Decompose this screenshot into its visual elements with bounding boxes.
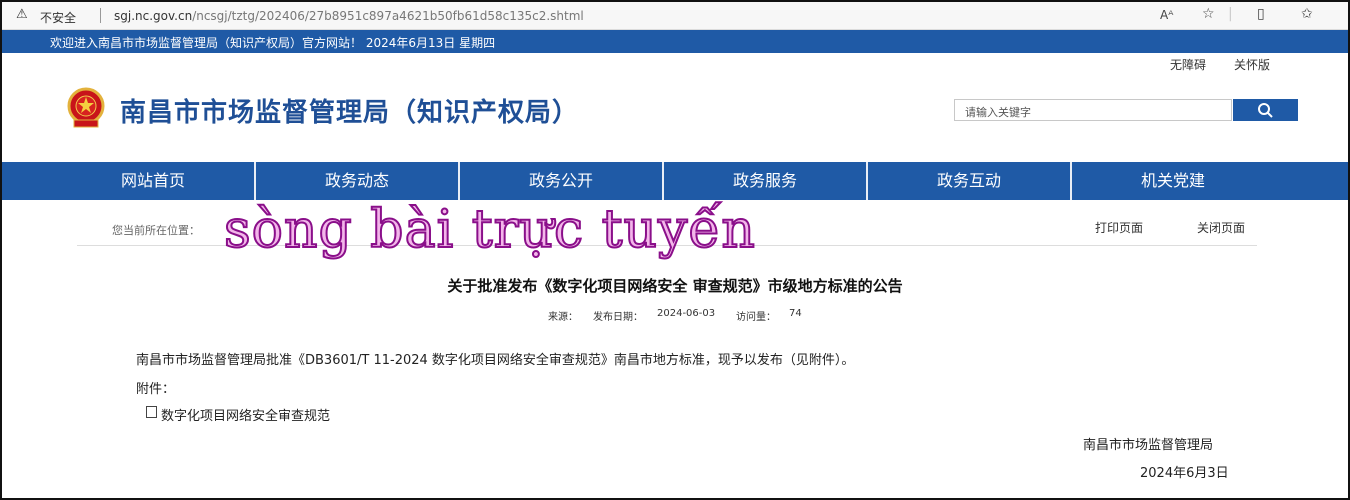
warning-icon[interactable]: ⚠ xyxy=(16,7,28,22)
overlay-watermark: sòng bài trực tuyến xyxy=(223,199,756,261)
favorites-bar-icon[interactable]: ✩ xyxy=(1301,6,1313,22)
nav-item-home[interactable]: 网站首页 xyxy=(52,162,254,200)
nav-item-party[interactable]: 机关党建 xyxy=(1072,162,1274,200)
attachment-name: 数字化项目网络安全审查规范 xyxy=(161,409,331,424)
site-title[interactable]: 南昌市市场监督管理局（知识产权局） xyxy=(120,92,579,129)
print-page-link[interactable]: 打印页面 xyxy=(1095,219,1143,236)
article-title: 关于批准发布《数字化项目网络安全 审查规范》市级地方标准的公告 xyxy=(447,277,903,295)
toolbar-divider: | xyxy=(1228,6,1233,22)
url-path: /ncsgj/tztg/202406/27b8951c897a4621b50fb… xyxy=(192,9,584,23)
favorite-icon[interactable]: ☆ xyxy=(1202,6,1215,22)
nav-item-interaction[interactable]: 政务互动 xyxy=(868,162,1070,200)
attachment-label: 附件： xyxy=(136,382,176,397)
signature: 南昌市市场监督管理局 xyxy=(1083,438,1214,453)
welcome-strip: 欢迎进入南昌市市场监督管理局（知识产权局）官方网站！ 2024年6月13日 星期… xyxy=(2,30,1348,53)
page-frame: ⚠ 不安全 sgj.nc.gov.cn/ncsgj/tztg/202406/27… xyxy=(0,0,1350,500)
nav-item-disclosure[interactable]: 政务公开 xyxy=(460,162,662,200)
main-nav: 网站首页 政务动态 政务公开 政务服务 政务互动 机关党建 xyxy=(2,162,1348,200)
split-screen-icon[interactable]: ▯ xyxy=(1257,6,1265,22)
security-warning-label[interactable]: 不安全 xyxy=(40,9,76,26)
nav-item-news[interactable]: 政务动态 xyxy=(256,162,458,200)
accessibility-link[interactable]: 无障碍 xyxy=(1170,56,1206,73)
publish-date: 2024-06-03 xyxy=(657,308,716,319)
document-icon xyxy=(146,406,157,418)
search-button[interactable] xyxy=(1233,99,1298,121)
views-count: 74 xyxy=(789,308,802,319)
national-emblem-logo xyxy=(67,87,105,128)
publish-date-label: 发布日期： xyxy=(593,312,643,323)
welcome-text: 欢迎进入南昌市市场监督管理局（知识产权局）官方网站！ 2024年6月13日 星期… xyxy=(50,36,496,50)
signature-date: 2024年6月3日 xyxy=(1140,466,1229,481)
close-page-link[interactable]: 关闭页面 xyxy=(1197,219,1245,236)
search-icon xyxy=(1258,103,1273,118)
url-host: sgj.nc.gov.cn xyxy=(114,9,193,23)
care-mode-link[interactable]: 关怀版 xyxy=(1234,56,1270,73)
read-aloud-icon[interactable]: Aᴬ xyxy=(1160,8,1173,22)
source-label: 来源： xyxy=(548,312,578,323)
url-field[interactable]: sgj.nc.gov.cn/ncsgj/tztg/202406/27b8951c… xyxy=(114,9,584,23)
article-body: 南昌市市场监督管理局批准《DB3601/T 11-2024 数字化项目网络安全审… xyxy=(136,353,855,368)
breadcrumb-label: 您当前所在位置： xyxy=(112,224,200,237)
views-label: 访问量： xyxy=(736,312,776,323)
browser-address-bar: ⚠ 不安全 sgj.nc.gov.cn/ncsgj/tztg/202406/27… xyxy=(2,2,1348,30)
address-separator xyxy=(100,8,101,23)
search-input[interactable]: 请输入关键字 xyxy=(954,99,1232,121)
nav-item-services[interactable]: 政务服务 xyxy=(664,162,866,200)
